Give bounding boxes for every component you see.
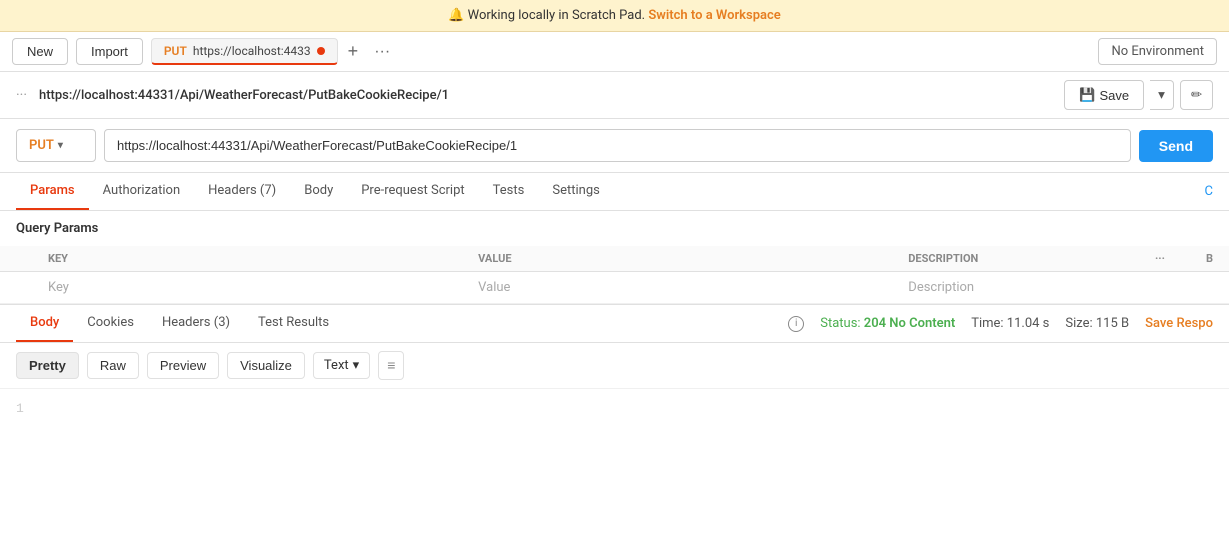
tab-headers[interactable]: Headers (7) [194, 173, 290, 210]
url-actions: 💾 Save ▾ ✏ [1064, 80, 1213, 110]
col-key-header: KEY [32, 246, 462, 272]
format-bar: Pretty Raw Preview Visualize Text ▾ ≡ [0, 343, 1229, 389]
wrap-lines-icon[interactable]: ≡ [378, 351, 404, 380]
tab-params[interactable]: Params [16, 173, 89, 210]
request-url-display: https://localhost:44331/Api/WeatherForec… [39, 88, 1056, 103]
resp-tab-cookies[interactable]: Cookies [73, 305, 148, 342]
add-tab-button[interactable]: + [342, 39, 365, 64]
format-type-label: Text [324, 358, 349, 373]
import-button[interactable]: Import [76, 38, 143, 65]
tab-pre-request-script[interactable]: Pre-request Script [347, 173, 478, 210]
row-action [1130, 272, 1190, 304]
response-size: Size: 115 B [1065, 316, 1129, 331]
response-section: Body Cookies Headers (3) Test Results i … [0, 304, 1229, 449]
edit-button[interactable]: ✏ [1180, 80, 1213, 110]
method-label: PUT [29, 138, 54, 153]
method-selector[interactable]: PUT ▾ [16, 129, 96, 162]
format-chevron-icon: ▾ [353, 358, 360, 373]
query-params-title: Query Params [0, 211, 1229, 246]
response-body-content: 1 [0, 389, 1229, 449]
format-preview-button[interactable]: Preview [147, 352, 219, 379]
request-url-input[interactable] [104, 129, 1131, 162]
col-value-header: VALUE [462, 246, 892, 272]
line-number: 1 [16, 401, 24, 416]
row-key[interactable]: Key [32, 272, 462, 304]
row-bulk [1190, 272, 1229, 304]
row-check [0, 272, 32, 304]
request-builder: PUT ▾ Send [0, 119, 1229, 173]
tab-authorization[interactable]: Authorization [89, 173, 195, 210]
tab-url: https://localhost:4433 [193, 44, 311, 58]
sidebar-toggle[interactable]: ··· [16, 87, 27, 103]
environment-selector[interactable]: No Environment [1098, 38, 1217, 65]
tab-bar: PUT https://localhost:4433 + ··· [151, 38, 1091, 65]
format-pretty-button[interactable]: Pretty [16, 352, 79, 379]
response-status-bar: i Status: 204 No Content Time: 11.04 s S… [788, 316, 1213, 332]
format-type-selector[interactable]: Text ▾ [313, 352, 370, 379]
chevron-down-icon: ▾ [1158, 87, 1165, 102]
send-button[interactable]: Send [1139, 130, 1213, 162]
response-tabs-nav: Body Cookies Headers (3) Test Results i … [0, 305, 1229, 343]
tab-settings[interactable]: Settings [538, 173, 613, 210]
tab-tests[interactable]: Tests [479, 173, 539, 210]
save-label: Save [1099, 88, 1129, 103]
params-table: KEY VALUE DESCRIPTION ··· B Key Value De… [0, 246, 1229, 304]
table-row: Key Value Description [0, 272, 1229, 304]
save-button[interactable]: 💾 Save [1064, 80, 1144, 110]
col-action-header: ··· [1130, 246, 1190, 272]
resp-tab-test-results[interactable]: Test Results [244, 305, 343, 342]
new-button[interactable]: New [12, 38, 68, 65]
query-params-section: Query Params KEY VALUE DESCRIPTION ··· B… [0, 211, 1229, 304]
col-bulk-header: B [1190, 246, 1229, 272]
format-raw-button[interactable]: Raw [87, 352, 139, 379]
tab-body[interactable]: Body [290, 173, 347, 210]
row-value[interactable]: Value [462, 272, 892, 304]
resp-tab-body[interactable]: Body [16, 305, 73, 342]
url-bar-row: ··· https://localhost:44331/Api/WeatherF… [0, 72, 1229, 119]
resp-tab-headers[interactable]: Headers (3) [148, 305, 244, 342]
method-chevron-icon: ▾ [58, 140, 63, 151]
col-check-header [0, 246, 32, 272]
row-description[interactable]: Description [892, 272, 1130, 304]
banner-icon: 🔔 [448, 8, 464, 23]
active-request-tab[interactable]: PUT https://localhost:4433 [151, 38, 338, 65]
scratch-pad-banner: 🔔 Working locally in Scratch Pad. Switch… [0, 0, 1229, 32]
toolbar-right: No Environment [1098, 38, 1217, 65]
edit-icon: ✏ [1191, 87, 1202, 102]
tab-extra-c: C [1205, 184, 1213, 199]
main-toolbar: New Import PUT https://localhost:4433 + … [0, 32, 1229, 72]
status-code: Status: 204 No Content [820, 316, 955, 331]
tab-modified-dot [317, 47, 325, 55]
switch-workspace-link[interactable]: Switch to a Workspace [648, 8, 780, 23]
save-response-button[interactable]: Save Respo [1145, 316, 1213, 331]
tab-method: PUT [164, 44, 187, 58]
request-tabs-nav: Params Authorization Headers (7) Body Pr… [0, 173, 1229, 211]
save-icon: 💾 [1079, 87, 1095, 103]
banner-text: Working locally in Scratch Pad. [468, 8, 645, 23]
format-visualize-button[interactable]: Visualize [227, 352, 305, 379]
tab-more-button[interactable]: ··· [368, 41, 396, 63]
resp-info-icon[interactable]: i [788, 316, 804, 332]
save-dropdown-button[interactable]: ▾ [1150, 80, 1174, 110]
col-desc-header: DESCRIPTION [892, 246, 1130, 272]
response-time: Time: 11.04 s [971, 316, 1049, 331]
